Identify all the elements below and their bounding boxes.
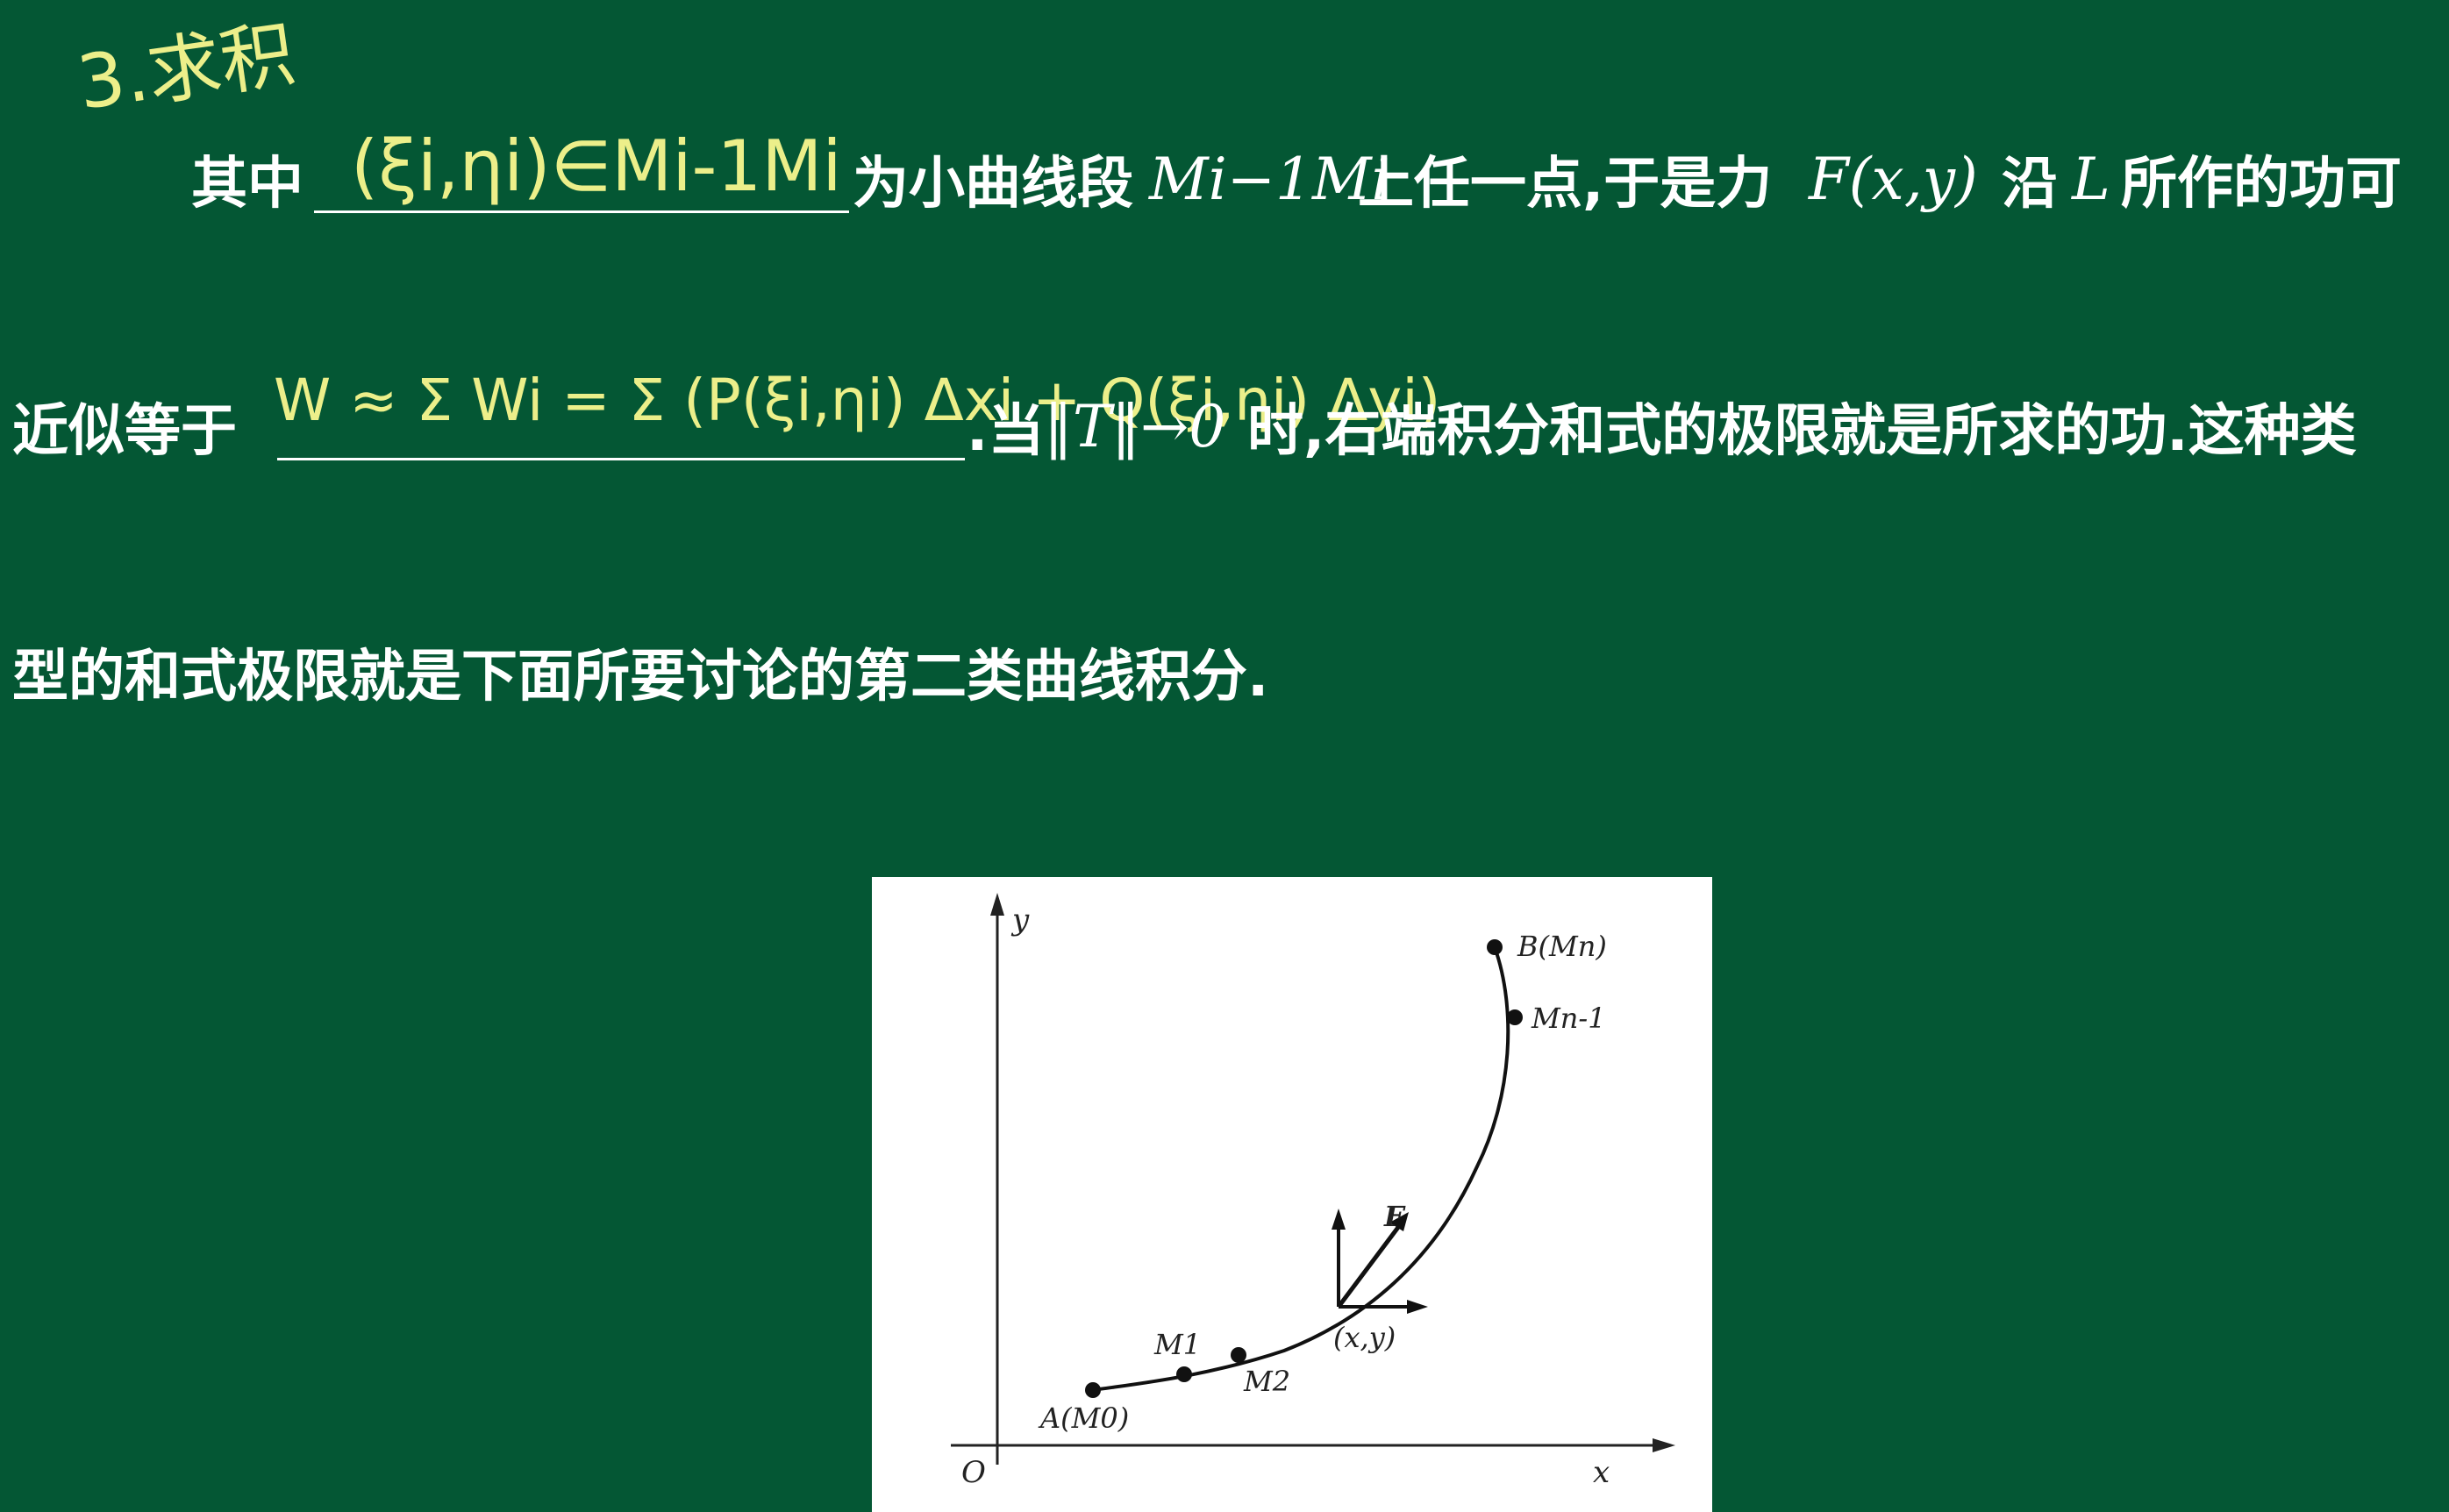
line1-math-force: F(x,y) xyxy=(1809,146,1978,213)
curve-path xyxy=(1092,946,1510,1392)
line2-text-b: 时,右端积分和式的极限就是所求的功.这种类 xyxy=(1247,399,2357,464)
line1-text-a: 为小曲线段 xyxy=(853,152,1133,217)
line1-blank-underline xyxy=(314,210,849,213)
line1-text-c: 沿 xyxy=(2002,152,2058,217)
line1-prefix: 其中 xyxy=(191,152,303,217)
line2-math-limit: ‖T‖→0 xyxy=(1044,393,1226,460)
point-a xyxy=(1085,1382,1101,1398)
x-axis-arrow xyxy=(1653,1438,1675,1452)
curve-figure: y x O B(Mn) Mn-1 F (x,y) M1 M2 A(M0) xyxy=(872,877,1712,1512)
line1-text-b: 上任一点,于是力 xyxy=(1358,152,1773,217)
point-b xyxy=(1487,939,1503,955)
point-mn-1 xyxy=(1507,1009,1523,1025)
label-b: B(Mn) xyxy=(1517,930,1607,963)
line1-math-curve: L xyxy=(2072,146,2110,213)
vector-f xyxy=(1337,1221,1403,1309)
y-axis-arrow xyxy=(990,893,1004,916)
point-m1 xyxy=(1176,1366,1192,1382)
line1-math-segment: Mi−1Mi xyxy=(1149,146,1390,213)
label-m1: M1 xyxy=(1153,1328,1201,1361)
curve-figure-svg: y x O B(Mn) Mn-1 F (x,y) M1 M2 A(M0) xyxy=(951,893,1675,1490)
line1-handwritten-answer: (ξi,ηi)∈Mi-1Mi xyxy=(351,125,842,207)
label-f: F xyxy=(1383,1200,1406,1233)
line1-text-d: 所作的功可 xyxy=(2121,152,2402,217)
vector-q-arrow xyxy=(1332,1209,1346,1230)
line2-text-a: .当 xyxy=(967,399,1045,464)
point-m2 xyxy=(1231,1347,1246,1363)
label-x: x xyxy=(1593,1455,1610,1490)
label-a: A(M0) xyxy=(1038,1401,1129,1435)
label-xy: (x,y) xyxy=(1333,1321,1396,1354)
line2-prefix: 近似等于 xyxy=(12,399,237,464)
label-mn-1: Mn-1 xyxy=(1531,1002,1606,1035)
label-origin: O xyxy=(961,1455,986,1490)
handwritten-section-note: 3.求积 xyxy=(72,11,300,126)
line2-blank-underline xyxy=(277,458,965,460)
line3-text: 型的和式极限就是下面所要讨论的第二类曲线积分. xyxy=(12,645,1269,710)
vector-p-arrow xyxy=(1407,1300,1428,1314)
label-m2: M2 xyxy=(1243,1365,1290,1398)
label-y: y xyxy=(1010,902,1030,938)
